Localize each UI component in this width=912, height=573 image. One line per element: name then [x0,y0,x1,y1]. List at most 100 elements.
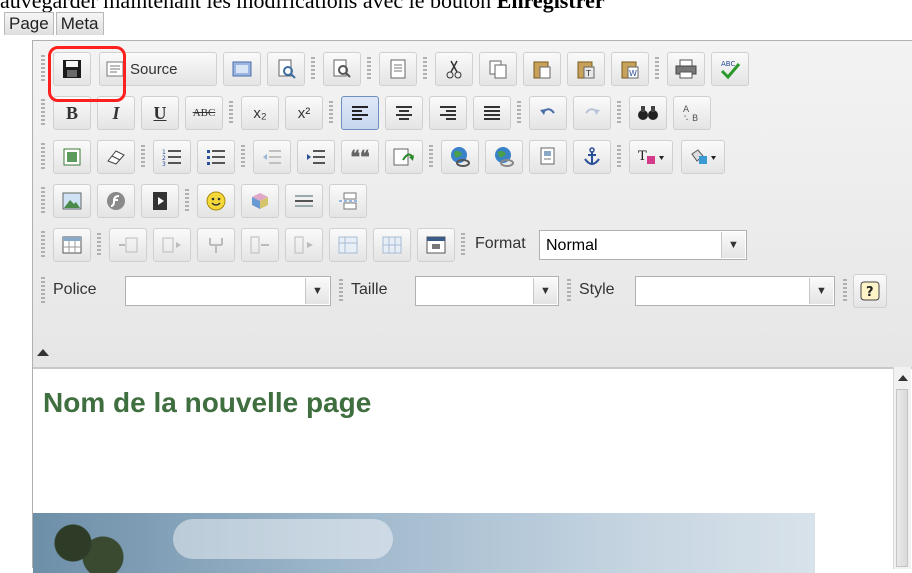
background-color-button[interactable] [681,140,725,174]
align-left-icon [351,105,369,121]
horizontal-rule-button[interactable] [285,184,323,218]
print-preview-button[interactable] [323,52,361,86]
cube-icon [250,191,270,211]
copy-button[interactable] [479,52,517,86]
insert-table-button[interactable] [53,228,91,262]
scroll-thumb[interactable] [896,389,908,567]
chevron-down-icon[interactable]: ▼ [533,278,557,304]
templates-button[interactable] [379,52,417,86]
taille-select[interactable]: ▼ [415,276,559,306]
numbered-list-button[interactable]: 123 [153,140,191,174]
remove-format-button[interactable] [97,140,135,174]
toolbar-separator [97,233,101,257]
preview-page-button[interactable] [223,52,261,86]
toolbar-row-4 [33,181,912,221]
insert-row-button[interactable] [109,228,147,262]
chevron-down-icon[interactable]: ▼ [721,232,745,258]
toolbar-separator [655,57,659,81]
outdent-button[interactable] [253,140,291,174]
merge-icon [207,236,225,254]
blockquote-button[interactable]: ❝❝ [341,140,379,174]
svg-text:3: 3 [162,161,166,166]
anchor-button[interactable] [573,140,611,174]
preview-button[interactable] [267,52,305,86]
undo-button[interactable] [529,96,567,130]
find-button[interactable] [629,96,667,130]
align-center-button[interactable] [385,96,423,130]
paste-text-button[interactable]: T [567,52,605,86]
style-select[interactable]: ▼ [635,276,835,306]
insert-smiley-button[interactable] [197,184,235,218]
show-blocks-button[interactable] [417,228,455,262]
merge-cells-button[interactable] [197,228,235,262]
outdent-icon [262,148,282,166]
insert-flash-button[interactable] [97,184,135,218]
redo-button[interactable] [573,96,611,130]
chevron-down-icon[interactable]: ▼ [305,278,329,304]
insert-link-button[interactable] [441,140,479,174]
smiley-icon [206,191,226,211]
magnifier-page-icon [276,59,296,79]
text-color-button[interactable]: T [629,140,673,174]
svg-text:W: W [629,69,637,78]
toolbar-separator [423,57,427,81]
insert-media-button[interactable] [141,184,179,218]
format-select[interactable]: Normal ▼ [539,230,747,260]
special-char-button[interactable] [241,184,279,218]
replace-button[interactable]: AB [673,96,711,130]
cut-button[interactable] [435,52,473,86]
toolbar-separator [517,101,521,125]
insert-cell-button[interactable] [285,228,323,262]
strikethrough-button[interactable]: ABC [185,96,223,130]
spellcheck-button[interactable]: ABC [711,52,749,86]
table-column-icon [162,237,182,253]
media-icon [152,191,168,211]
paste-word-button[interactable]: W [611,52,649,86]
tab-page[interactable]: Page [4,12,54,35]
table-properties-button[interactable] [329,228,367,262]
cell-properties-button[interactable] [373,228,411,262]
superscript-button[interactable]: x² [285,96,323,130]
create-div-button[interactable] [385,140,423,174]
remove-link-button[interactable] [485,140,523,174]
table-cell-icon [294,236,314,254]
page-break-button[interactable] [329,184,367,218]
create-div-icon [393,148,415,166]
toolbar-separator [339,279,343,303]
toolbar-collapse-icon[interactable] [37,349,49,356]
print-button[interactable] [667,52,705,86]
toolbar-separator [461,233,465,257]
bulleted-list-button[interactable] [197,140,235,174]
insert-image-button[interactable] [53,184,91,218]
align-right-icon [439,105,457,121]
align-left-button[interactable] [341,96,379,130]
toolbar-separator [229,101,233,125]
format-label: Format [475,235,526,252]
eraser-icon [106,149,126,165]
toolbar-separator [617,145,621,169]
subscript-button[interactable]: x₂ [241,96,279,130]
table-icon [62,236,82,254]
select-all-button[interactable] [53,140,91,174]
svg-text:T: T [585,69,591,78]
align-right-button[interactable] [429,96,467,130]
chevron-down-icon[interactable]: ▼ [809,278,833,304]
cell-properties-icon [382,236,402,254]
flash-link-button[interactable] [529,140,567,174]
tab-meta[interactable]: Meta [55,12,104,35]
style-label: Style [579,281,615,298]
split-cell-button[interactable] [241,228,279,262]
toolbar-separator [329,101,333,125]
page-heading: Nom de la nouvelle page [43,387,372,418]
insert-column-button[interactable] [153,228,191,262]
show-blocks-icon [426,236,446,254]
police-select[interactable]: ▼ [125,276,331,306]
indent-button[interactable] [297,140,335,174]
justify-button[interactable] [473,96,511,130]
help-button[interactable]: ? [853,274,887,308]
paste-button[interactable] [523,52,561,86]
underline-button[interactable]: U [141,96,179,130]
scroll-up-icon[interactable] [898,375,908,381]
vertical-scrollbar[interactable] [893,367,911,569]
editor-content[interactable]: Nom de la nouvelle page [33,367,912,573]
